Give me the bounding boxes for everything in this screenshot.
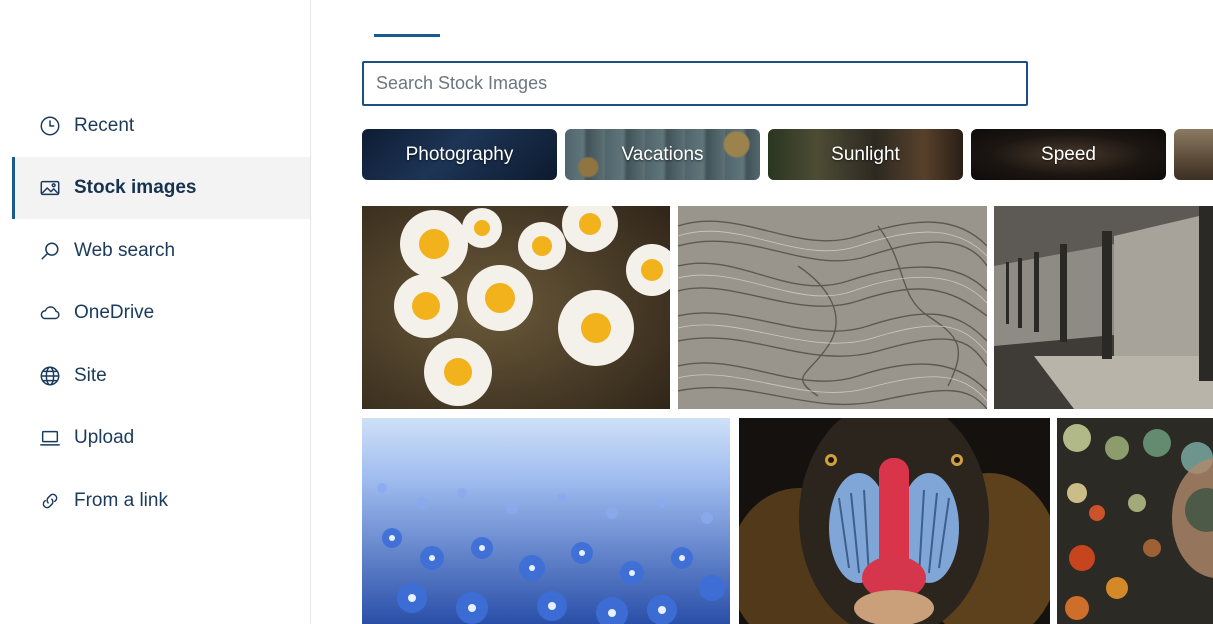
image-tile-blue-flower-field[interactable]: [362, 418, 730, 624]
category-chip-more[interactable]: [1174, 129, 1213, 180]
mandrill-image: [739, 418, 1050, 624]
sidebar-item-stock-images[interactable]: Stock images: [12, 157, 310, 219]
category-chip-photography[interactable]: Photography: [362, 129, 557, 180]
sidebar-item-upload[interactable]: Upload: [12, 407, 310, 469]
sidebar-item-site[interactable]: Site: [12, 345, 310, 407]
search-icon: [38, 239, 62, 263]
sidebar-item-label: OneDrive: [74, 302, 155, 323]
sidebar-item-label: Site: [74, 365, 107, 386]
image-tile-daisies[interactable]: [362, 206, 670, 409]
category-chip-label: Photography: [405, 143, 514, 165]
link-icon: [38, 489, 62, 513]
search-input[interactable]: [364, 63, 1026, 104]
category-chip-label: Speed: [1041, 143, 1096, 165]
sidebar-item-label: Web search: [74, 240, 176, 261]
sidebar-item-from-a-link[interactable]: From a link: [12, 470, 310, 532]
image-tile-weathered-wood[interactable]: [678, 206, 987, 409]
image-tile-bokeh-lights[interactable]: [1057, 418, 1213, 624]
blue-flowers-image: [362, 418, 730, 624]
sidebar-item-web-search[interactable]: Web search: [12, 220, 310, 282]
category-chip-label: Vacations: [621, 143, 704, 165]
image-icon: [38, 176, 62, 200]
sidebar-item-recent[interactable]: Recent: [12, 95, 310, 157]
category-chip-label: Sunlight: [831, 143, 900, 165]
sidebar-item-label: From a link: [74, 490, 168, 511]
category-chip-vacations[interactable]: Vacations: [565, 129, 760, 180]
sidebar-item-onedrive[interactable]: OneDrive: [12, 282, 310, 344]
active-tab-indicator: [374, 34, 440, 37]
bokeh-image: [1057, 418, 1213, 624]
daisies-image: [362, 206, 670, 409]
category-chip-sunlight[interactable]: Sunlight: [768, 129, 963, 180]
cloud-icon: [38, 301, 62, 325]
search-box: [362, 61, 1028, 106]
clock-icon: [38, 114, 62, 138]
image-tile-concrete-corridor[interactable]: [994, 206, 1213, 409]
sidebar: Recent Stock images Web search OneDrive …: [0, 0, 311, 624]
globe-icon: [38, 364, 62, 388]
laptop-icon: [38, 426, 62, 450]
image-tile-mandrill[interactable]: [739, 418, 1050, 624]
sidebar-item-label: Recent: [74, 115, 135, 136]
sidebar-item-label: Upload: [74, 427, 135, 448]
wood-texture-image: [678, 206, 987, 409]
corridor-image: [994, 206, 1213, 409]
category-chip-speed[interactable]: Speed: [971, 129, 1166, 180]
sidebar-item-label: Stock images: [74, 177, 197, 198]
